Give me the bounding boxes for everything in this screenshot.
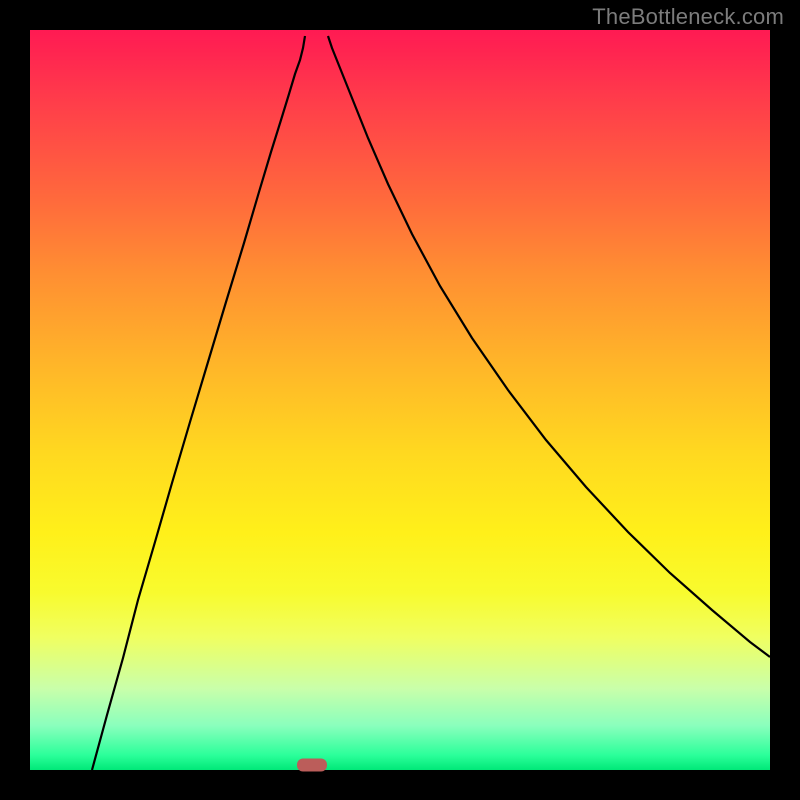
watermark-text: TheBottleneck.com (592, 4, 784, 30)
minimum-marker (297, 759, 327, 772)
chart-frame: TheBottleneck.com (0, 0, 800, 800)
curve-svg (30, 30, 770, 770)
plot-area (30, 30, 770, 770)
left-curve-path (92, 36, 305, 770)
right-curve-path (328, 36, 770, 657)
